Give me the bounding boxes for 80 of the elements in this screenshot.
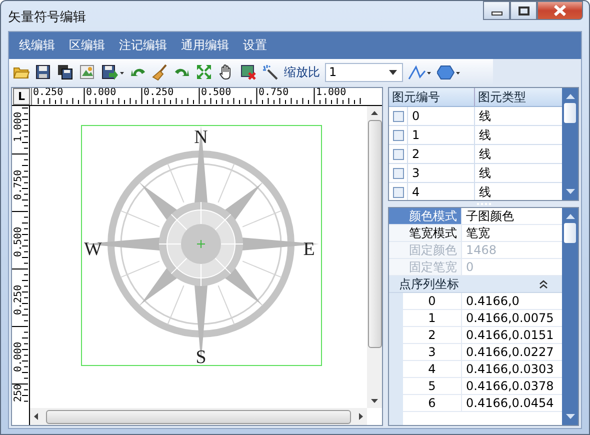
- direction-label: S: [196, 347, 206, 368]
- ruler-label: 0.250: [13, 284, 24, 314]
- zoom-combobox[interactable]: 1: [325, 62, 403, 82]
- table-cell-text: 线: [478, 146, 492, 163]
- line-tool-icon[interactable]: [408, 64, 432, 80]
- export-icon[interactable]: [101, 64, 125, 80]
- scroll-up-icon[interactable]: [371, 111, 378, 115]
- ruler-label: 0.500: [13, 226, 24, 257]
- menu-item[interactable]: 设置: [236, 37, 274, 54]
- maximize-icon: [518, 6, 530, 16]
- scroll-left-icon[interactable]: [34, 413, 38, 420]
- point-value: 0.4166,0.0454: [465, 395, 555, 411]
- table-cell-text: 线: [478, 127, 492, 144]
- horizontal-scrollbar[interactable]: [30, 408, 367, 425]
- column-header[interactable]: 图元类型: [475, 88, 562, 106]
- zoom-label: 缩放比: [284, 64, 320, 80]
- close-button[interactable]: [537, 1, 583, 20]
- menu-item[interactable]: 线编辑: [12, 37, 62, 54]
- table-cell: 1: [408, 126, 475, 144]
- property-value: 笔宽: [465, 225, 491, 241]
- point-value: 0.4166,0.0227: [465, 344, 555, 360]
- table-cell-text: 线: [478, 184, 492, 200]
- collapse-icon[interactable]: [539, 280, 548, 288]
- window-title: 矢量符号编辑: [8, 9, 86, 26]
- fit-icon[interactable]: [196, 64, 213, 80]
- hexagon-icon[interactable]: [437, 64, 461, 80]
- broom-icon[interactable]: [152, 64, 169, 80]
- table-cell: 4: [408, 183, 475, 200]
- ruler-corner[interactable]: L: [13, 88, 30, 105]
- menu-item[interactable]: 区编辑: [62, 37, 112, 54]
- splitter-grip-icon[interactable]: [476, 202, 490, 206]
- point-value: 0.4166,0.0151: [465, 327, 555, 343]
- property-scrollbar[interactable]: [562, 208, 578, 425]
- save-icon[interactable]: [35, 64, 52, 80]
- table-scrollbar[interactable]: [562, 88, 578, 200]
- checkbox[interactable]: [392, 168, 404, 178]
- point-value: 0.4166,0.0303: [465, 361, 555, 377]
- category-header[interactable]: 点序列坐标: [389, 276, 562, 293]
- checkbox[interactable]: [392, 110, 404, 122]
- property-value: 0: [465, 259, 475, 275]
- property-name[interactable]: 颜色模式: [389, 208, 462, 224]
- menu-item[interactable]: 注记编辑: [112, 37, 174, 54]
- scroll-down-icon[interactable]: [371, 399, 378, 403]
- menu-item[interactable]: 通用编辑: [174, 37, 236, 54]
- save-all-icon[interactable]: [57, 64, 74, 80]
- table-cell: 2: [408, 145, 475, 163]
- checkbox[interactable]: [392, 186, 404, 198]
- scroll-thumb[interactable]: [564, 223, 576, 243]
- ruler-label: 0.000: [13, 342, 24, 372]
- table-cell: 0: [408, 107, 475, 125]
- ruler-label: 1.000: [13, 112, 24, 142]
- table-cell-text: 线: [478, 165, 492, 182]
- direction-label: W: [84, 239, 102, 260]
- direction-label: N: [194, 127, 208, 148]
- table-cell: 3: [408, 164, 475, 182]
- ruler-label: 0.750: [13, 169, 24, 200]
- property-name[interactable]: 笔宽模式: [389, 225, 462, 241]
- ruler-label: 250: [13, 384, 24, 402]
- category-title: 点序列坐标: [399, 276, 459, 292]
- point-value: 0.4166,0.0378: [465, 378, 555, 394]
- direction-label: E: [303, 239, 315, 260]
- scroll-thumb[interactable]: [564, 103, 576, 123]
- picture-icon[interactable]: [79, 64, 96, 80]
- close-icon: [553, 5, 567, 16]
- table-cell-text: 线: [478, 108, 492, 125]
- checkbox[interactable]: [392, 148, 404, 160]
- vertical-scrollbar[interactable]: [367, 106, 382, 408]
- maximize-button[interactable]: [510, 1, 537, 20]
- checkbox[interactable]: [392, 130, 404, 140]
- point-value: 0.4166,0.0075: [465, 310, 555, 326]
- magic-wand-icon[interactable]: [262, 64, 279, 80]
- property-value: 1468: [465, 242, 498, 258]
- property-value: 子图颜色: [465, 208, 515, 224]
- column-header[interactable]: 图元编号: [389, 88, 475, 106]
- delete-image-icon[interactable]: [240, 64, 257, 80]
- center-cross-icon: [196, 240, 206, 248]
- minimize-button[interactable]: [483, 1, 510, 20]
- scroll-right-icon[interactable]: [359, 413, 363, 420]
- caret-icon: [389, 70, 397, 74]
- point-value: 0.4166,0: [465, 293, 520, 309]
